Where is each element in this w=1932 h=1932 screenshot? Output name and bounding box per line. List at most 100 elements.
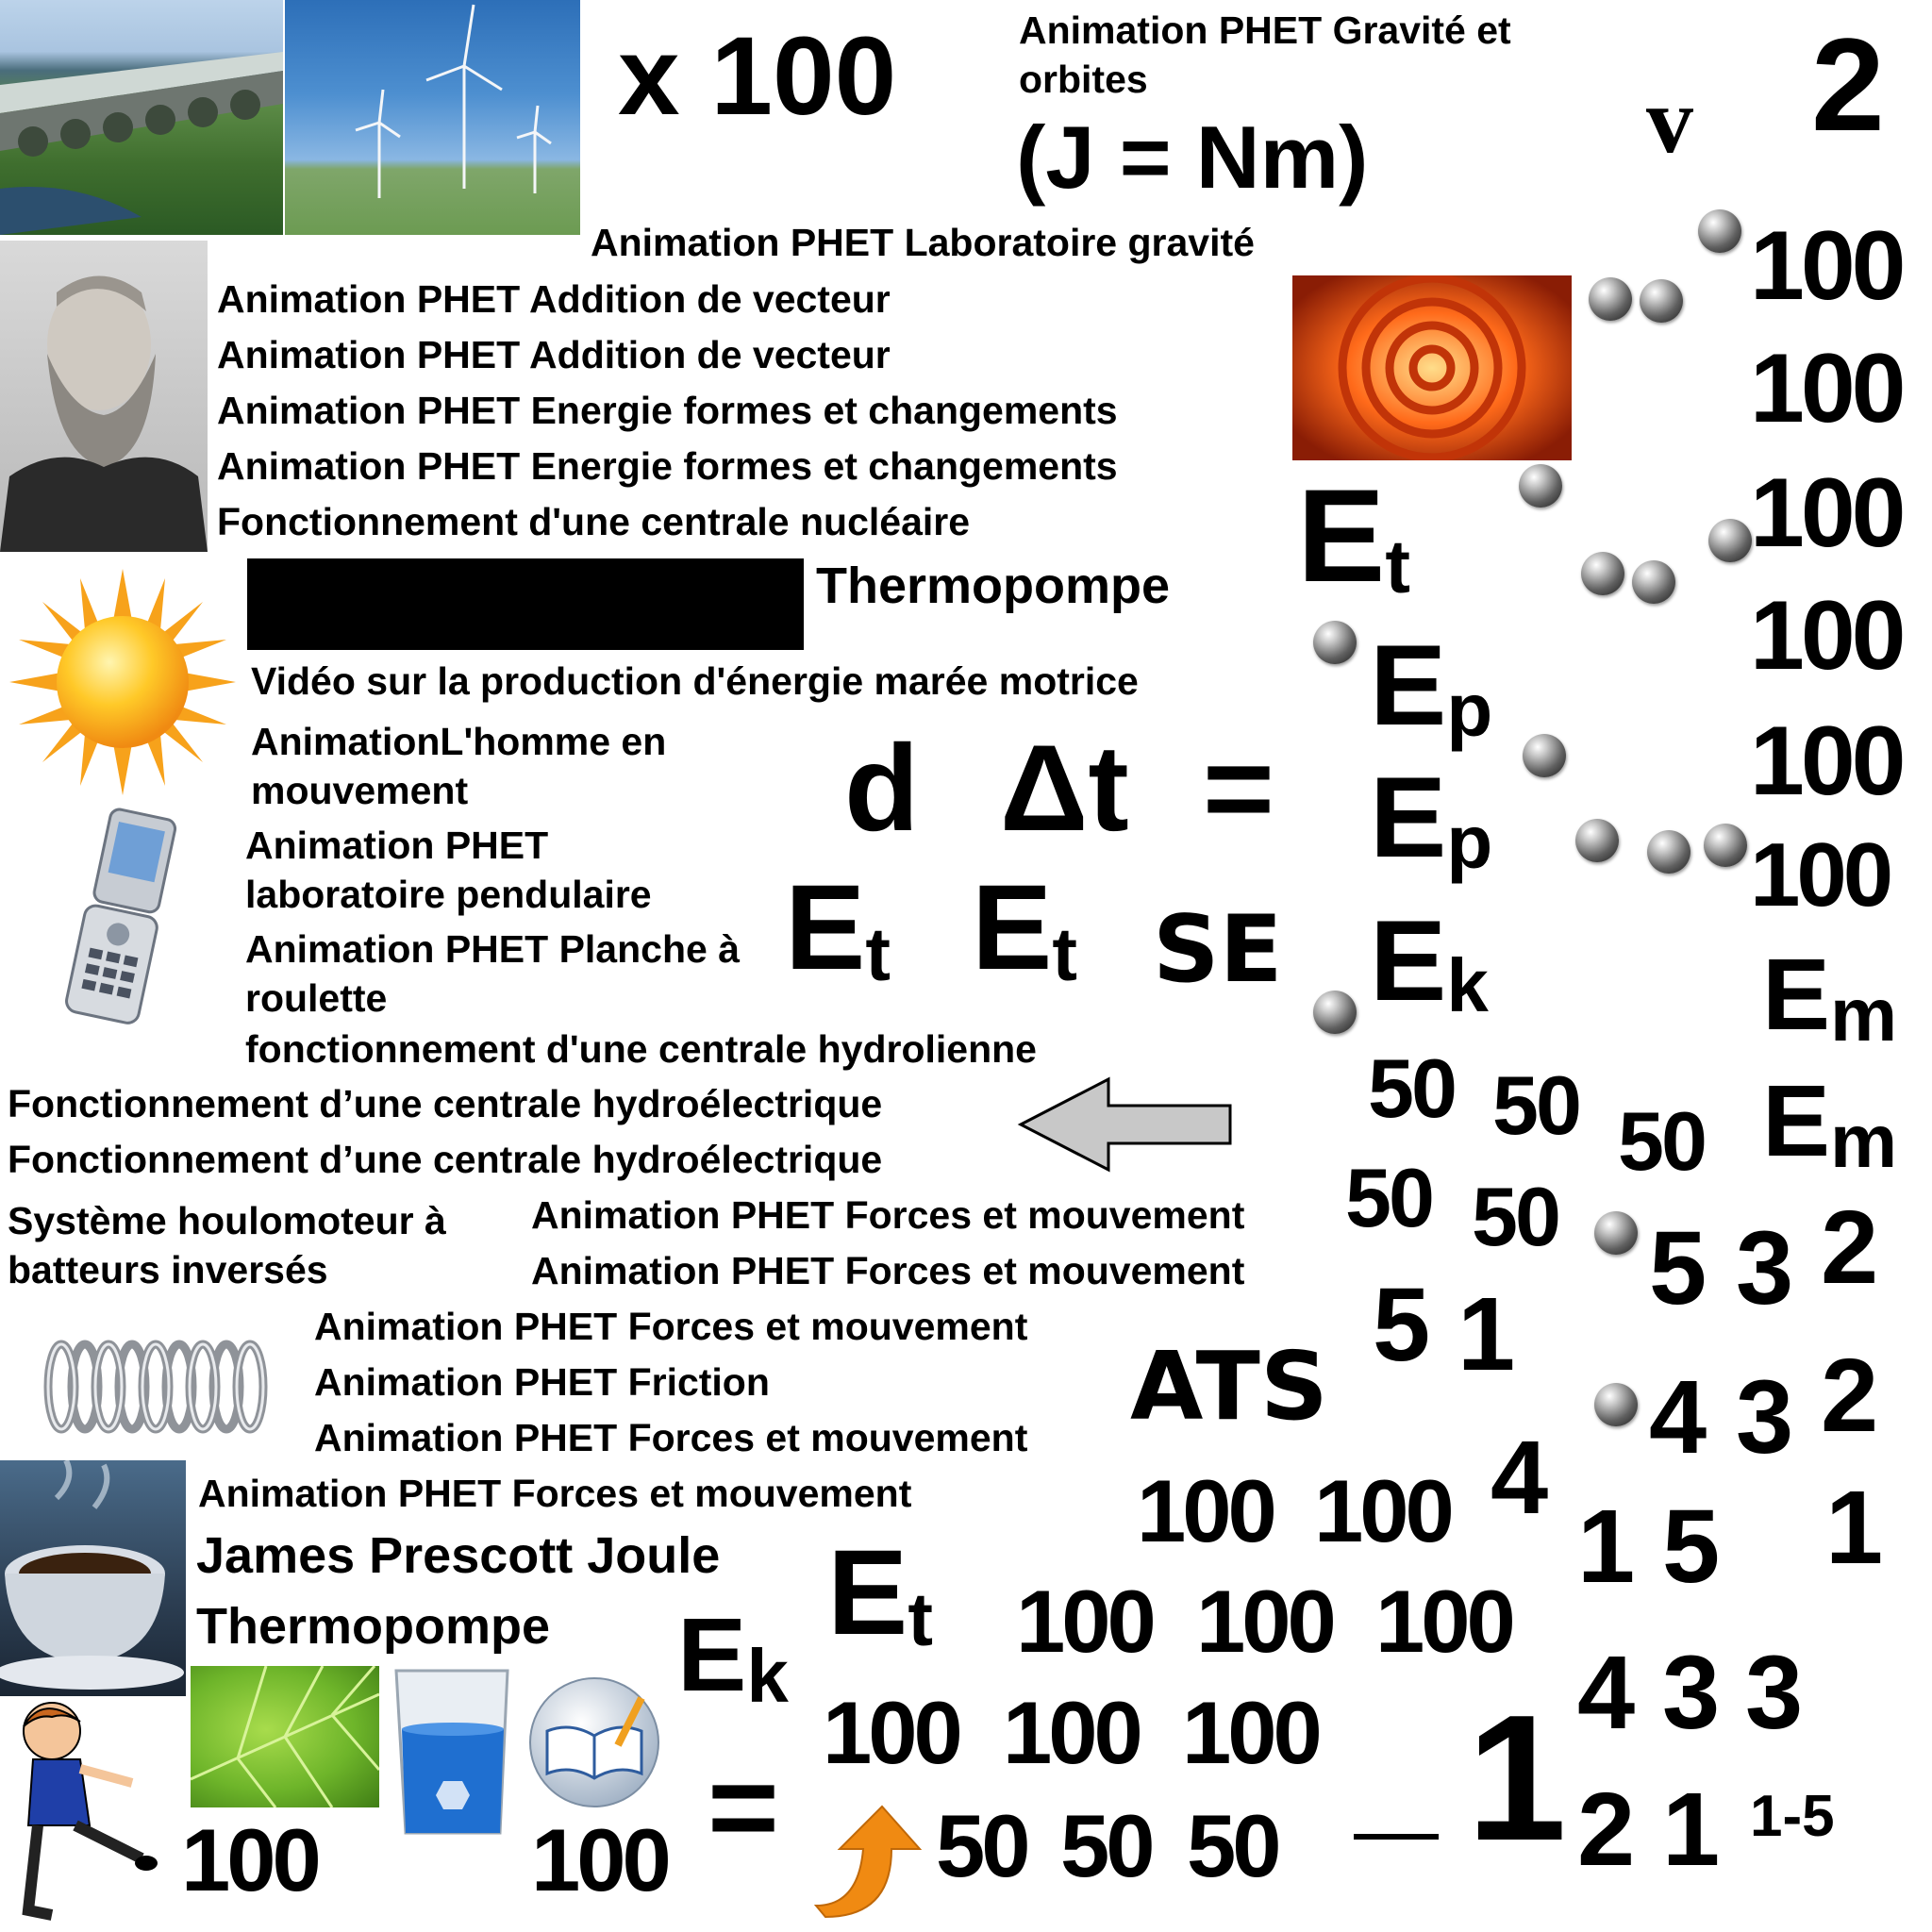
number-3: 3 — [1662, 1635, 1721, 1751]
link-tidal-turbine[interactable]: fonctionnement d'une centrale hydrolienn… — [245, 1030, 1037, 1069]
link-forces-motion[interactable]: Animation PHET Forces et mouvement — [314, 1307, 1027, 1346]
joule-unit-label: (J = Nm) — [1016, 108, 1369, 207]
number-50: 50 — [1618, 1094, 1707, 1188]
soccer-player-cartoon[interactable] — [0, 1693, 160, 1932]
sun-icon[interactable] — [5, 564, 241, 800]
number-100: 100 — [1003, 1683, 1143, 1782]
symbol-equals: = — [1203, 719, 1274, 857]
kinetic-energy-symbol: Ek — [677, 1597, 789, 1718]
link-pendulum-lab[interactable]: Animation PHET laboratoire pendulaire — [245, 821, 736, 919]
number-2: 2 — [1821, 1338, 1879, 1454]
ball-icon — [1698, 209, 1741, 253]
energy-total-symbol: Et — [785, 860, 891, 996]
potential-energy-symbol: Ep — [1370, 753, 1493, 884]
number-100: 100 — [1016, 1572, 1157, 1671]
number-1-large: 1 — [1467, 1678, 1567, 1878]
kinetic-energy-symbol: Ek — [1370, 896, 1489, 1027]
velocity-v: v — [1646, 68, 1693, 173]
link-forces-motion[interactable]: Animation PHET Forces et mouvement — [198, 1474, 911, 1513]
ball-icon — [1313, 621, 1357, 664]
link-energy-forms[interactable]: Animation PHET Energie formes et changem… — [217, 447, 1118, 486]
link-thermopompe-top[interactable]: Thermopompe — [816, 560, 1170, 611]
link-gravity-orbits[interactable]: Animation PHET Gravité et orbites — [1019, 6, 1585, 104]
number-4: 4 — [1649, 1359, 1707, 1475]
number-100: 100 — [1750, 824, 1893, 925]
link-gravity-lab[interactable]: Animation PHET Laboratoire gravité — [591, 224, 1255, 262]
ball-icon — [1575, 819, 1619, 862]
symbol-ats: ATS — [1130, 1331, 1328, 1441]
number-100: 100 — [1375, 1572, 1516, 1671]
spring-photo[interactable] — [33, 1325, 278, 1453]
link-man-moving[interactable]: AnimationL'homme en mouvement — [251, 717, 741, 815]
link-tidal-energy-video[interactable]: Vidéo sur la production d'énergie marée … — [251, 662, 1139, 701]
cellphone-icon[interactable] — [52, 807, 184, 1028]
number-100: 100 — [1750, 211, 1907, 321]
number-5: 5 — [1662, 1489, 1721, 1605]
ball-icon — [1313, 991, 1357, 1034]
number-3: 3 — [1736, 1359, 1794, 1475]
symbol-delta-t: Δt — [1000, 719, 1129, 857]
number-4: 4 — [1577, 1635, 1636, 1751]
gray-left-arrow-icon — [1017, 1075, 1234, 1174]
ball-icon — [1594, 1211, 1638, 1255]
dam-photo[interactable] — [0, 0, 283, 235]
number-1: 1 — [1662, 1772, 1721, 1888]
ball-icon — [1589, 277, 1632, 321]
symbol-se: SE — [1153, 896, 1283, 1004]
times-100-label: x 100 — [618, 14, 897, 139]
number-3: 3 — [1745, 1635, 1804, 1751]
link-hydroelectric[interactable]: Fonctionnement d’une centrale hydroélect… — [8, 1141, 882, 1179]
mechanical-energy-symbol: Em — [1762, 937, 1898, 1057]
number-50: 50 — [1472, 1170, 1561, 1263]
symbol-dash: — — [1354, 1783, 1439, 1877]
ball-icon — [1704, 824, 1747, 867]
ball-icon — [1640, 279, 1683, 323]
mechanical-energy-symbol: Em — [1762, 1063, 1898, 1183]
link-thermopompe[interactable]: Thermopompe — [196, 1601, 550, 1652]
number-5: 5 — [1649, 1210, 1707, 1326]
ball-icon — [1632, 560, 1675, 604]
number-100: 100 — [1750, 458, 1907, 568]
number-100: 100 — [531, 1810, 672, 1909]
number-50: 50 — [1345, 1151, 1435, 1244]
link-friction[interactable]: Animation PHET Friction — [314, 1363, 770, 1402]
number-100: 100 — [1182, 1683, 1323, 1782]
energy-total-symbol: Et — [972, 860, 1078, 996]
number-2: 2 — [1577, 1772, 1636, 1888]
link-wave-energy[interactable]: Système houlomoteur à batteurs inversés — [8, 1196, 498, 1294]
orange-up-arrow-icon — [811, 1802, 924, 1920]
link-hydroelectric[interactable]: Fonctionnement d’une centrale hydroélect… — [8, 1085, 882, 1124]
number-100: 100 — [1750, 707, 1907, 816]
redacted-link-bar — [247, 558, 804, 650]
number-50: 50 — [1187, 1796, 1282, 1895]
potential-energy-symbol: Ep — [1370, 621, 1493, 752]
hotplate-photo[interactable] — [1292, 275, 1572, 460]
number-4: 4 — [1491, 1420, 1549, 1536]
number-100: 100 — [181, 1810, 322, 1909]
link-vector-addition[interactable]: Animation PHET Addition de vecteur — [217, 336, 891, 375]
joule-portrait[interactable] — [0, 241, 208, 552]
link-forces-motion[interactable]: Animation PHET Forces et mouvement — [531, 1252, 1244, 1291]
link-skate-park[interactable]: Animation PHET Planche à roulette — [245, 924, 755, 1023]
number-100: 100 — [1750, 334, 1907, 443]
link-james-prescott-joule[interactable]: James Prescott Joule — [196, 1530, 720, 1581]
energy-total-symbol: Et — [827, 1525, 934, 1661]
ball-icon — [1708, 519, 1752, 562]
leaf-photo[interactable] — [191, 1666, 379, 1807]
number-50: 50 — [1060, 1796, 1156, 1895]
squared-2: 2 — [1811, 10, 1885, 158]
link-energy-forms[interactable]: Animation PHET Energie formes et changem… — [217, 391, 1118, 430]
number-1: 1 — [1825, 1470, 1884, 1586]
notebook-icon[interactable] — [524, 1674, 665, 1811]
beaker-icon[interactable] — [385, 1663, 522, 1842]
number-2: 2 — [1821, 1190, 1879, 1306]
ball-icon — [1594, 1383, 1638, 1426]
link-forces-motion[interactable]: Animation PHET Forces et mouvement — [531, 1196, 1244, 1235]
ball-icon — [1647, 830, 1690, 874]
link-nuclear-plant[interactable]: Fonctionnement d'une centrale nucléaire — [217, 503, 970, 541]
number-100: 100 — [1750, 581, 1907, 691]
coffee-cup-photo[interactable] — [0, 1460, 186, 1696]
link-forces-motion[interactable]: Animation PHET Forces et mouvement — [314, 1419, 1027, 1457]
link-vector-addition[interactable]: Animation PHET Addition de vecteur — [217, 280, 891, 319]
wind-turbines-photo[interactable] — [285, 0, 580, 235]
